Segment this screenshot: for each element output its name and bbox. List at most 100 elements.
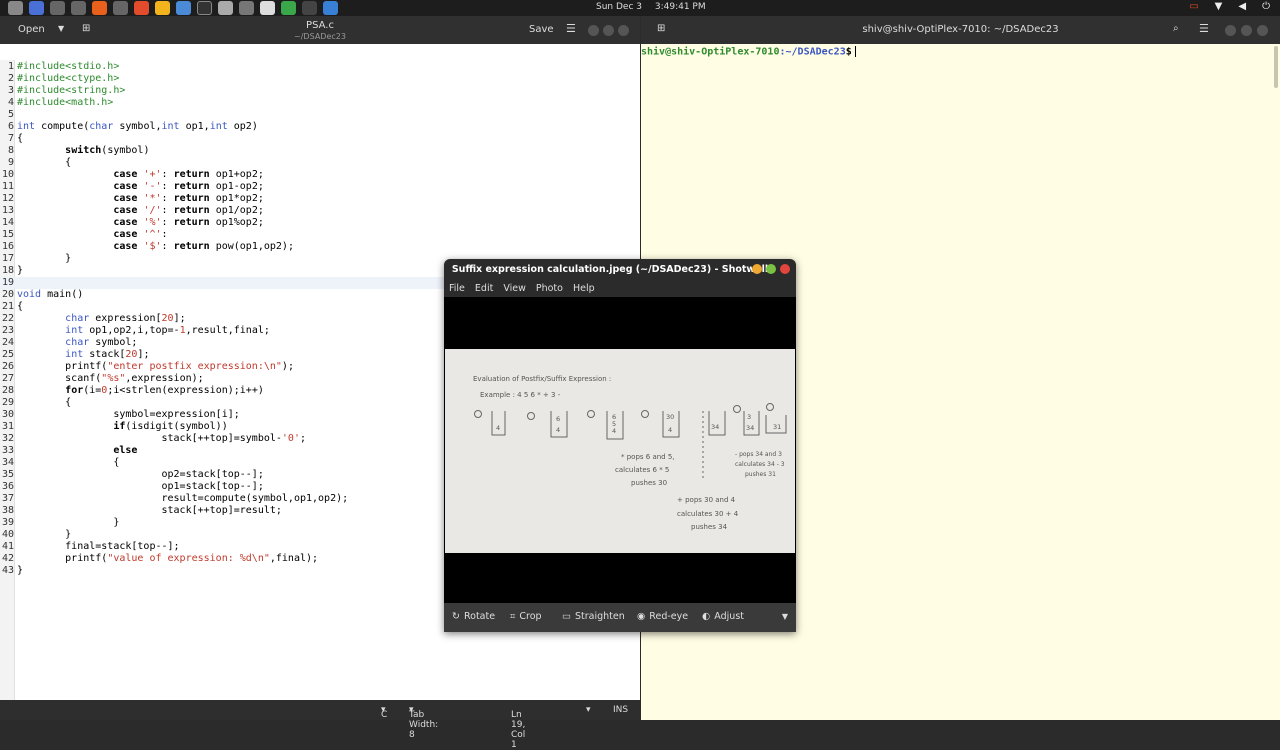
crop-button[interactable]: ⌗ Crop — [510, 611, 542, 622]
code-line[interactable]: 24 char symbol; — [0, 337, 137, 349]
terminal-prompt[interactable]: shiv@shiv-OptiPlex-7010:~/DSADec23$ — [641, 46, 856, 58]
chrome-icon[interactable] — [155, 1, 170, 15]
code-line[interactable]: 2 #include<ctype.h> — [0, 73, 119, 85]
code-text: } — [17, 565, 24, 576]
menu-file[interactable]: File — [449, 283, 465, 297]
code-line[interactable]: 15 case '^': — [0, 229, 168, 241]
code-line[interactable]: 8 switch(symbol) — [0, 145, 150, 157]
code-line[interactable]: 31 if(isdigit(symbol)) — [0, 421, 228, 433]
code-line[interactable]: 16 case '$': return pow(op1,op2); — [0, 241, 294, 253]
close-button[interactable] — [780, 264, 790, 274]
shotwell-titlebar[interactable]: Suffix expression calculation.jpeg (~/DS… — [444, 259, 796, 281]
window-icon[interactable] — [218, 1, 233, 15]
scrollbar[interactable] — [1274, 46, 1278, 88]
clock[interactable]: Sun Dec 3 3:49:41 PM — [596, 2, 716, 12]
code-line[interactable]: 1 #include<stdio.h> — [0, 61, 119, 73]
app-icon[interactable] — [302, 1, 317, 15]
code-line[interactable]: 5 — [0, 109, 14, 121]
files-icon[interactable] — [113, 1, 128, 15]
close-button[interactable] — [618, 25, 629, 36]
straighten-button[interactable]: ▭ Straighten — [562, 611, 625, 622]
tab-width-selector[interactable]: Tab Width: 8 ▾ — [409, 705, 438, 740]
search-icon[interactable]: ⌕ — [1173, 23, 1179, 34]
text-editor-icon[interactable] — [260, 1, 275, 15]
rotate-button[interactable]: ↻ Rotate — [452, 611, 495, 622]
save-button[interactable]: Save — [529, 24, 554, 35]
minimize-button[interactable] — [1225, 25, 1236, 36]
photo-viewer[interactable]: Evaluation of Postfix/Suffix Expression … — [444, 297, 796, 603]
monitor-icon[interactable] — [239, 1, 254, 15]
code-line[interactable]: 3 #include<string.h> — [0, 85, 125, 97]
code-line[interactable]: 29 { — [0, 397, 71, 409]
code-line[interactable]: 7{ — [0, 133, 23, 145]
line-number: 19 — [1, 277, 14, 288]
code-line[interactable]: 37 result=compute(symbol,op1,op2); — [0, 493, 348, 505]
code-line[interactable]: 22 char expression[20]; — [0, 313, 186, 325]
spreadsheet-icon[interactable] — [281, 1, 296, 15]
code-line[interactable]: 33 else — [0, 445, 137, 457]
terminal-icon[interactable] — [197, 1, 212, 15]
code-line[interactable]: 6 int compute(char symbol,int op1,int op2… — [0, 121, 258, 133]
menu-photo[interactable]: Photo — [536, 283, 563, 297]
minimize-button[interactable] — [588, 25, 599, 36]
code-line[interactable]: 12 case '*': return op1*op2; — [0, 193, 264, 205]
code-line[interactable]: 39 } — [0, 517, 119, 529]
appstore-icon[interactable] — [71, 1, 86, 15]
menu-edit[interactable]: Edit — [475, 283, 493, 297]
settings-icon[interactable] — [50, 1, 65, 15]
code-line[interactable]: 25 int stack[20]; — [0, 349, 150, 361]
hamburger-menu-icon[interactable]: ☰ — [566, 22, 576, 35]
code-line[interactable]: 13 case '/': return op1/op2; — [0, 205, 264, 217]
code-line[interactable]: 43} — [0, 565, 23, 577]
code-line[interactable]: 20 void main() — [0, 289, 83, 301]
power-icon[interactable]: ⏻ — [1262, 1, 1270, 12]
maximize-button[interactable] — [1241, 25, 1252, 36]
maximize-button[interactable] — [766, 264, 776, 274]
wifi-icon[interactable]: ▼ — [1215, 1, 1223, 12]
red-eye-button[interactable]: ◉ Red-eye — [637, 611, 688, 622]
code-line[interactable]: 26 printf("enter postfix expression:\n")… — [0, 361, 294, 373]
maximize-button[interactable] — [603, 25, 614, 36]
code-line[interactable]: 11 case '-': return op1-op2; — [0, 181, 264, 193]
line-number: 41 — [1, 541, 14, 552]
volume-icon[interactable]: ◀ — [1238, 1, 1246, 12]
battery-icon[interactable]: ▭ — [1189, 1, 1198, 12]
close-button[interactable] — [1257, 25, 1268, 36]
shotwell-icon[interactable] — [323, 1, 338, 15]
code-line[interactable]: 35 op2=stack[top--]; — [0, 469, 264, 481]
code-text: int op1,op2,i,top=-1,result,final; — [65, 325, 270, 336]
code-line[interactable]: 40 } — [0, 529, 71, 541]
adjust-button[interactable]: ◐ Adjust — [702, 611, 744, 622]
grid-icon[interactable] — [29, 1, 44, 15]
code-line[interactable]: 23 int op1,op2,i,top=-1,result,final; — [0, 325, 270, 337]
code-line[interactable]: 41 final=stack[top--]; — [0, 541, 180, 553]
code-line[interactable]: 27 scanf("%s",expression); — [0, 373, 204, 385]
photo-note2-line2: calculates 30 + 4 — [677, 510, 739, 518]
apple-icon[interactable] — [8, 1, 23, 15]
minimize-button[interactable] — [752, 264, 762, 274]
code-line[interactable]: 36 op1=stack[top--]; — [0, 481, 264, 493]
code-line[interactable]: 34 { — [0, 457, 119, 469]
hamburger-menu-icon[interactable]: ☰ — [1199, 22, 1209, 35]
code-line[interactable]: 28 for(i=0;i<strlen(expression);i++) — [0, 385, 264, 397]
code-line[interactable]: 42 printf("value of expression: %d\n",fi… — [0, 553, 318, 565]
code-line[interactable]: 21{ — [0, 301, 23, 313]
system-tray[interactable]: ▭ ▼ ◀ ⏻ — [1189, 1, 1270, 12]
code-line[interactable]: 14 case '%': return op1%op2; — [0, 217, 264, 229]
layers-icon[interactable] — [176, 1, 191, 15]
code-line[interactable]: 17 } — [0, 253, 71, 265]
menu-view[interactable]: View — [503, 283, 526, 297]
code-line[interactable]: 4 #include<math.h> — [0, 97, 113, 109]
code-line[interactable]: 9 { — [0, 157, 71, 169]
ubuntu-software-icon[interactable] — [92, 1, 107, 15]
code-line[interactable]: 38 stack[++top]=result; — [0, 505, 282, 517]
code-line[interactable]: 10 case '+': return op1+op2; — [0, 169, 264, 181]
code-line[interactable]: 32 stack[++top]=symbol-'0'; — [0, 433, 306, 445]
menu-help[interactable]: Help — [573, 283, 595, 297]
code-line[interactable]: 30 symbol=expression[i]; — [0, 409, 240, 421]
brave-browser-icon[interactable] — [134, 1, 149, 15]
position-chevron-icon[interactable]: ▾ — [586, 705, 591, 715]
code-line[interactable]: 18} — [0, 265, 23, 277]
chevron-down-icon[interactable]: ▼ — [782, 612, 788, 621]
language-selector[interactable]: C ▾ — [381, 705, 387, 720]
